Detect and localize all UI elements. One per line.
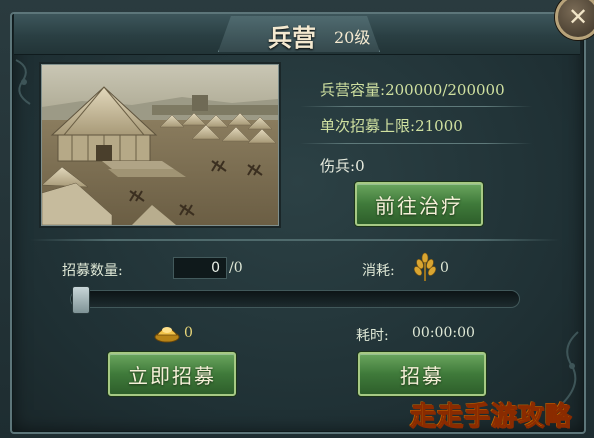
recruit-slider-handle[interactable] xyxy=(72,286,90,314)
wounded-value: 0 xyxy=(355,157,365,175)
section-divider xyxy=(30,239,560,241)
window-title: 兵营 xyxy=(268,23,316,52)
time-label: 耗时: xyxy=(356,328,389,344)
cost-value: 0 xyxy=(440,260,449,276)
recruit-count-label: 招募数量: xyxy=(62,263,123,279)
recruit-count-input[interactable]: 0 xyxy=(173,257,227,279)
heal-button-label: 前往治疗 xyxy=(375,193,463,218)
time-value: 00:00:00 xyxy=(412,325,475,341)
building-level: 20级 xyxy=(334,28,371,47)
close-icon: ✕ xyxy=(567,3,589,31)
divider xyxy=(300,143,532,144)
divider xyxy=(300,106,532,107)
recruit-count-max: /0 xyxy=(229,260,243,276)
recruit-button[interactable]: 招募 xyxy=(358,352,486,396)
gold-ingot-icon xyxy=(154,327,180,343)
limit-row: 单次招募上限:21000 xyxy=(320,115,463,136)
instant-recruit-label: 立即招募 xyxy=(128,363,216,388)
capacity-row: 兵营容量:200000/200000 xyxy=(320,79,505,100)
watermark: 走走手游攻略 xyxy=(409,402,573,433)
instant-recruit-button[interactable]: 立即招募 xyxy=(108,352,236,396)
heal-button[interactable]: 前往治疗 xyxy=(355,182,483,226)
gold-value: 0 xyxy=(184,325,193,341)
limit-value: 21000 xyxy=(415,117,463,135)
recruit-label: 招募 xyxy=(400,363,444,388)
limit-label: 单次招募上限: xyxy=(320,117,416,135)
recruit-slider-track[interactable] xyxy=(70,290,520,308)
wounded-row: 伤兵:0 xyxy=(320,155,365,176)
corner-ornament-left xyxy=(15,59,31,105)
capacity-label: 兵营容量: xyxy=(320,81,386,99)
wounded-label: 伤兵: xyxy=(320,157,356,175)
wheat-icon xyxy=(413,252,437,281)
cost-label: 消耗: xyxy=(362,263,395,279)
barracks-illustration xyxy=(41,64,279,226)
capacity-value: 200000/200000 xyxy=(385,81,505,99)
